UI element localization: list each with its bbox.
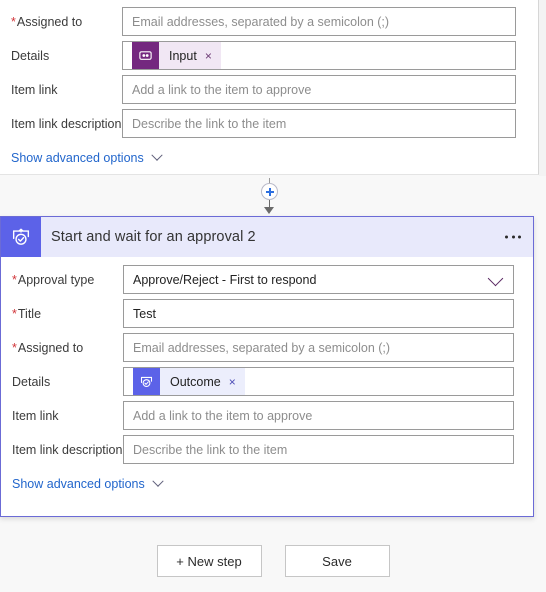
footer-actions: + New step Save: [0, 545, 546, 577]
field-label-approval-type: *Approval type: [1, 273, 123, 287]
field-label-details: Details: [0, 49, 122, 63]
field-label-text: Item link: [11, 82, 58, 97]
field-row-item-link: Item link Add a link to the item to appr…: [0, 73, 538, 106]
flow-designer-canvas: *Assigned to Email addresses, separated …: [0, 0, 546, 592]
show-advanced-options-link-previous[interactable]: Show advanced options: [0, 149, 538, 165]
assigned-to-placeholder: Email addresses, separated by a semicolo…: [133, 340, 391, 355]
item-link-input[interactable]: Add a link to the item to approve: [122, 75, 516, 104]
action-card-previous-form: *Assigned to Email addresses, separated …: [0, 0, 538, 165]
show-advanced-options-label: Show advanced options: [12, 477, 145, 491]
item-link-placeholder: Add a link to the item to approve: [132, 82, 312, 97]
field-label-text: Item link: [12, 408, 59, 423]
chevron-down-icon: [152, 475, 164, 487]
field-label-item-link: Item link: [0, 83, 122, 97]
action-card-approval[interactable]: Start and wait for an approval 2 *Approv…: [0, 216, 534, 517]
token-chip-outcome[interactable]: Outcome ×: [133, 368, 245, 395]
item-link-placeholder: Add a link to the item to approve: [133, 408, 313, 423]
ellipsis-icon[interactable]: [505, 235, 521, 239]
field-label-text: Details: [12, 374, 51, 389]
approval-type-value: Approve/Reject - First to respond: [133, 272, 317, 287]
show-advanced-options-link-approval[interactable]: Show advanced options: [1, 475, 533, 491]
assigned-to-input[interactable]: Email addresses, separated by a semicolo…: [122, 7, 516, 36]
assigned-to-input[interactable]: Email addresses, separated by a semicolo…: [123, 333, 514, 362]
field-label-text: Approval type: [17, 272, 95, 287]
field-label-details: Details: [1, 375, 123, 389]
token-remove-icon[interactable]: ×: [205, 49, 212, 63]
field-label-title: *Title: [1, 307, 123, 321]
plus-icon[interactable]: [261, 183, 278, 200]
field-label-text: Item link description: [12, 442, 123, 457]
field-label-item-link-description: Item link description: [1, 443, 123, 457]
title-value: Test: [133, 306, 156, 321]
show-advanced-options-label: Show advanced options: [11, 151, 144, 165]
item-link-description-input[interactable]: Describe the link to the item: [122, 109, 516, 138]
field-label-assigned-to: *Assigned to: [1, 341, 123, 355]
chevron-down-icon: [151, 149, 163, 161]
arrow-down-icon: [264, 207, 274, 214]
flow-connector: [255, 178, 283, 218]
required-asterisk: *: [12, 306, 17, 321]
field-label-text: Assigned to: [17, 340, 84, 355]
required-asterisk: *: [12, 340, 17, 355]
token-remove-icon[interactable]: ×: [229, 375, 236, 389]
compose-icon: [132, 42, 159, 69]
item-link-description-placeholder: Describe the link to the item: [133, 442, 288, 457]
details-input[interactable]: Input ×: [122, 41, 516, 70]
action-card-header[interactable]: Start and wait for an approval 2: [1, 217, 533, 257]
token-chip-input[interactable]: Input ×: [132, 42, 221, 69]
field-label-text: Details: [11, 48, 50, 63]
field-row-assigned-to: *Assigned to Email addresses, separated …: [1, 331, 533, 364]
field-label-text: Title: [17, 306, 42, 321]
chevron-down-icon: [487, 270, 504, 286]
field-row-title: *Title Test: [1, 297, 533, 330]
approval-type-select[interactable]: Approve/Reject - First to respond: [123, 265, 514, 294]
field-label-item-link-description: Item link description: [0, 117, 122, 131]
field-row-item-link-description: Item link description Describe the link …: [1, 433, 533, 466]
approval-icon: [1, 217, 41, 257]
field-row-approval-type: *Approval type Approve/Reject - First to…: [1, 263, 533, 296]
item-link-description-input[interactable]: Describe the link to the item: [123, 435, 514, 464]
token-chip-label: Input: [169, 48, 197, 63]
action-card-title: Start and wait for an approval 2: [51, 229, 256, 245]
item-link-description-placeholder: Describe the link to the item: [132, 116, 287, 131]
field-row-item-link-description: Item link description Describe the link …: [0, 107, 538, 140]
field-label-text: Item link description: [11, 116, 122, 131]
action-card-previous: *Assigned to Email addresses, separated …: [0, 0, 539, 175]
canvas-right-strip: [539, 0, 546, 176]
item-link-input[interactable]: Add a link to the item to approve: [123, 401, 514, 430]
assigned-to-placeholder: Email addresses, separated by a semicolo…: [132, 14, 390, 29]
field-label-item-link: Item link: [1, 409, 123, 423]
required-asterisk: *: [11, 14, 16, 29]
field-row-details: Details Outcome ×: [1, 365, 533, 398]
title-input[interactable]: Test: [123, 299, 514, 328]
required-asterisk: *: [12, 272, 17, 287]
field-label-assigned-to: *Assigned to: [0, 15, 122, 29]
new-step-button[interactable]: + New step: [156, 545, 262, 577]
action-card-approval-form: *Approval type Approve/Reject - First to…: [1, 257, 533, 491]
field-row-details: Details Input ×: [0, 39, 538, 72]
details-input[interactable]: Outcome ×: [123, 367, 514, 396]
save-button[interactable]: Save: [284, 545, 390, 577]
field-row-item-link: Item link Add a link to the item to appr…: [1, 399, 533, 432]
token-chip-label: Outcome: [170, 374, 221, 389]
field-row-assigned-to: *Assigned to Email addresses, separated …: [0, 5, 538, 38]
field-label-text: Assigned to: [16, 14, 83, 29]
approval-token-icon: [133, 368, 160, 395]
